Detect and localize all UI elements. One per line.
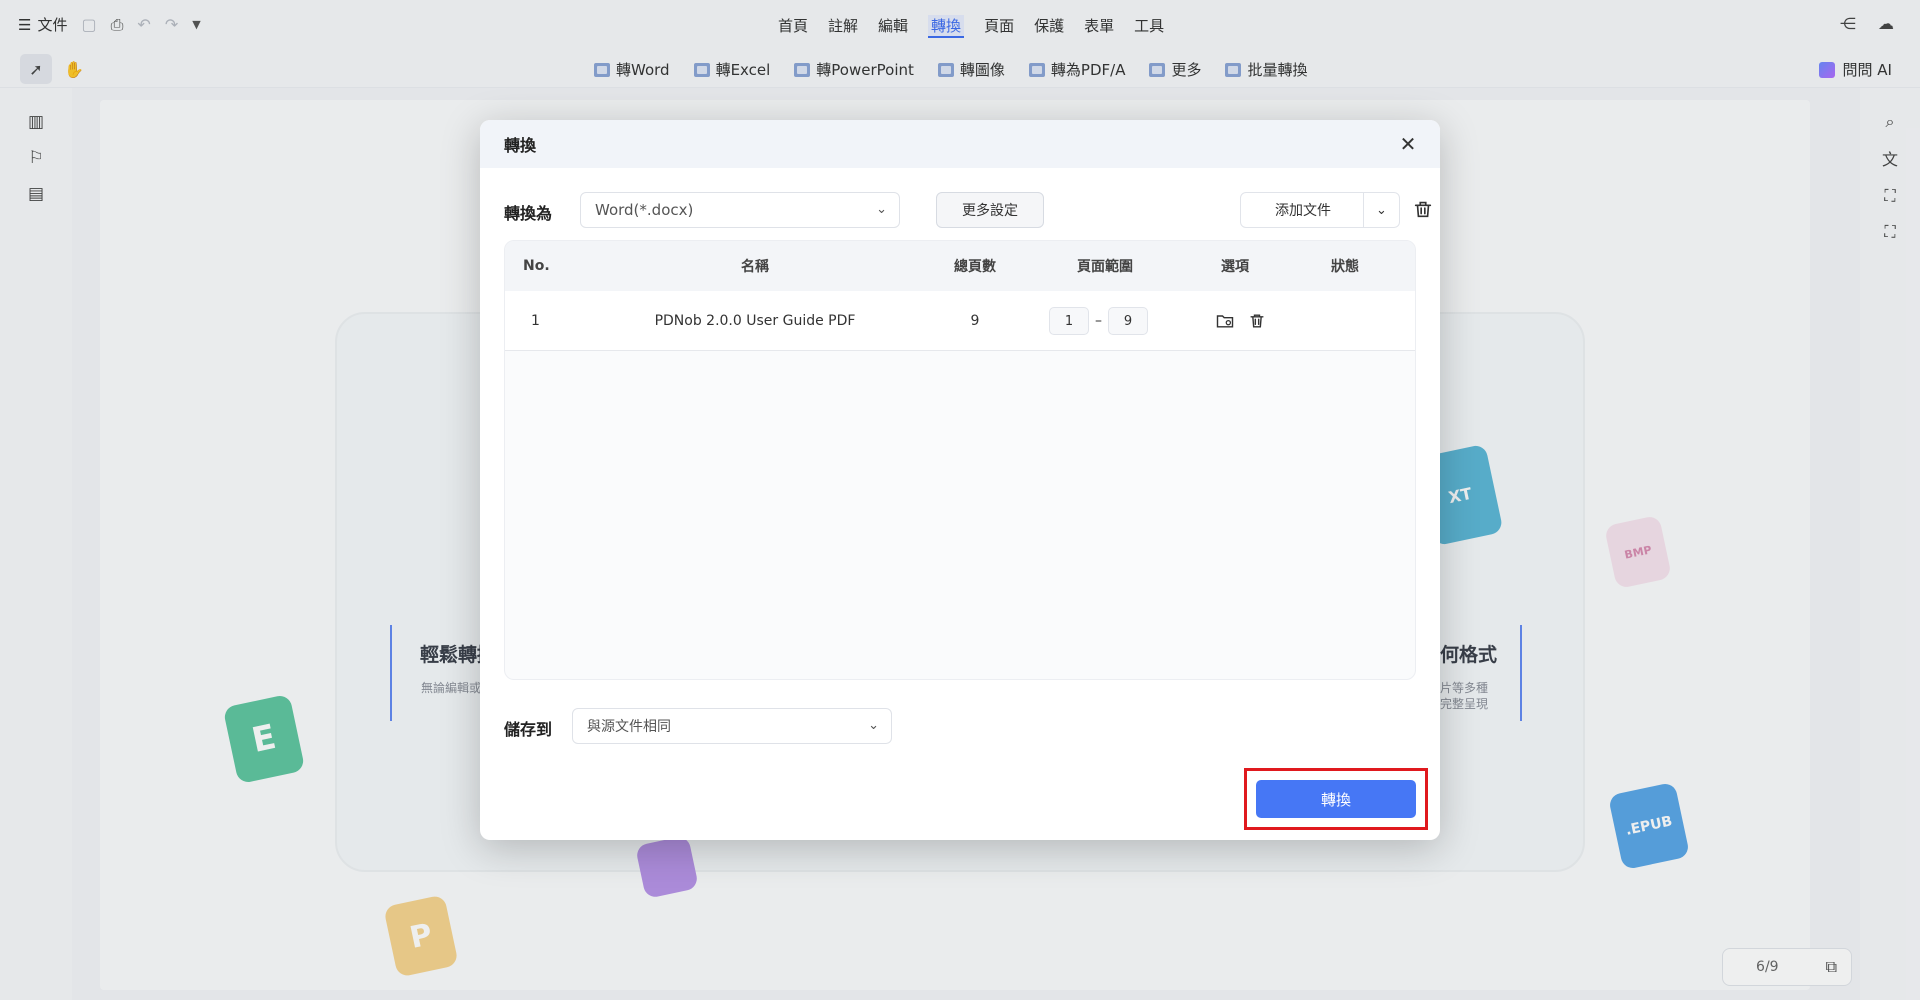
- format-select[interactable]: Word(*.docx) ⌄: [580, 192, 900, 228]
- save-to-label: 儲存到: [504, 720, 553, 739]
- dialog-title: 轉換: [504, 136, 537, 155]
- dialog-header: 轉換: [480, 120, 1440, 168]
- delete-row-trash-icon[interactable]: [1247, 311, 1267, 331]
- add-file-button[interactable]: 添加文件: [1241, 193, 1365, 227]
- convert-options-row: 轉換為 Word(*.docx) ⌄ 更多設定 添加文件 ⌄: [504, 192, 1432, 228]
- save-location-select[interactable]: 與源文件相同 ⌄: [572, 708, 892, 744]
- row-status: [1295, 291, 1395, 351]
- convert-button[interactable]: 轉換: [1256, 780, 1416, 818]
- table-header: No. 名稱 總頁數 頁面範圍 選項 狀態: [505, 241, 1415, 291]
- col-no: No.: [523, 258, 550, 274]
- clear-all-trash-icon[interactable]: [1412, 198, 1434, 220]
- col-options: 選項: [1221, 259, 1249, 275]
- col-range: 頁面範圍: [1077, 259, 1133, 275]
- convert-dialog: 轉換 ✕ 轉換為 Word(*.docx) ⌄ 更多設定 添加文件 ⌄ No. …: [480, 120, 1440, 840]
- add-file-dropdown-icon[interactable]: ⌄: [1363, 193, 1399, 227]
- chevron-down-icon: ⌄: [868, 718, 879, 733]
- row-no: 1: [531, 313, 540, 329]
- add-file-split-button: 添加文件 ⌄: [1240, 192, 1400, 228]
- table-row: 1 PDNob 2.0.0 User Guide PDF 9 1 – 9: [505, 291, 1415, 351]
- open-folder-icon[interactable]: [1215, 311, 1235, 331]
- page-range: 1 – 9: [1049, 307, 1148, 335]
- col-pages: 總頁數: [954, 259, 996, 275]
- more-settings-button[interactable]: 更多設定: [936, 192, 1044, 228]
- convert-to-label: 轉換為: [504, 204, 553, 223]
- range-dash: –: [1095, 313, 1102, 329]
- row-file-name: PDNob 2.0.0 User Guide PDF: [654, 313, 856, 329]
- chevron-down-icon: ⌄: [876, 202, 887, 217]
- range-to-input[interactable]: 9: [1108, 307, 1148, 335]
- col-status: 狀態: [1331, 259, 1359, 275]
- close-icon[interactable]: ✕: [1396, 132, 1420, 156]
- row-total-pages: 9: [970, 313, 980, 329]
- col-name: 名稱: [741, 259, 769, 275]
- file-table: No. 名稱 總頁數 頁面範圍 選項 狀態 1 PDNob 2.0.0 User…: [504, 240, 1416, 680]
- save-location-value: 與源文件相同: [587, 719, 671, 735]
- format-value: Word(*.docx): [595, 201, 694, 219]
- range-from-input[interactable]: 1: [1049, 307, 1089, 335]
